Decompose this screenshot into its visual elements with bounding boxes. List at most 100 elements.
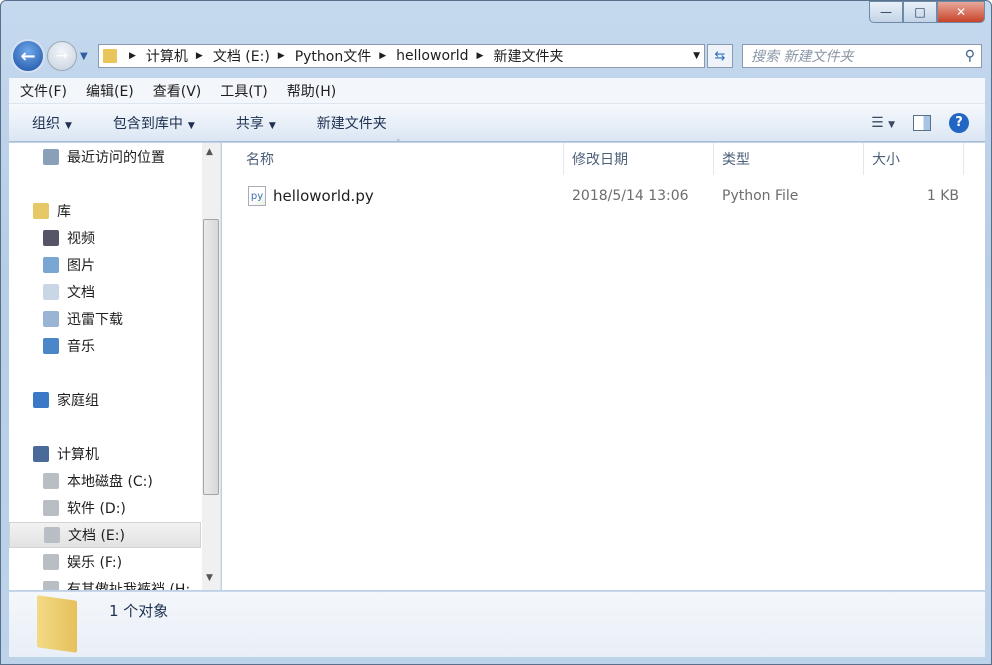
sidebar-item[interactable]: 本地磁盘 (C:) (9, 468, 201, 494)
column-size[interactable]: 大小 (864, 143, 964, 175)
preview-pane-icon[interactable] (913, 114, 931, 131)
python-file-icon: py (248, 186, 266, 206)
sidebar-item-label: 文档 (E:) (68, 528, 125, 544)
file-modified: 2018/5/14 13:06 (572, 188, 689, 204)
computer-icon (33, 446, 49, 462)
column-type[interactable]: 类型 (714, 143, 864, 175)
sidebar-item[interactable]: 文档 (E:) (9, 522, 201, 548)
column-name[interactable]: 名称 (238, 143, 564, 175)
sidebar-item-label: 本地磁盘 (C:) (67, 474, 153, 490)
sidebar-item[interactable]: 家庭组 (9, 387, 201, 413)
download-icon (43, 311, 59, 327)
menu-item[interactable]: 帮助(H) (287, 81, 336, 101)
details-pane: 1 个对象 (9, 591, 985, 657)
scroll-up-icon[interactable]: ▲ (206, 147, 213, 157)
sidebar-item[interactable]: 图片 (9, 252, 201, 278)
refresh-icon: ⇆ (714, 48, 726, 64)
sidebar-item-label: 音乐 (67, 339, 95, 355)
chevron-right-icon[interactable]: ▶ (379, 51, 386, 61)
help-icon[interactable]: ? (949, 112, 969, 133)
sidebar-item-label: 文档 (67, 285, 95, 301)
search-input[interactable]: 搜索 新建文件夹 ⚲ (742, 44, 982, 68)
sidebar-item[interactable]: 最近访问的位置 (9, 144, 201, 170)
close-button[interactable]: ✕ (937, 1, 985, 23)
sidebar-item[interactable]: 计算机 (9, 441, 201, 467)
sidebar-item[interactable]: 有其傲扯我裤裆 (H: (9, 576, 201, 590)
sidebar-item-label: 有其傲扯我裤裆 (H: (67, 582, 191, 590)
breadcrumb-item[interactable]: ▶ Python文件 (274, 46, 371, 66)
folder-icon (103, 49, 117, 63)
drive-icon (43, 500, 59, 516)
sidebar-item-label: 计算机 (57, 447, 99, 463)
sidebar-item-label: 娱乐 (F:) (67, 555, 123, 571)
sidebar-item[interactable]: 音乐 (9, 333, 201, 359)
chevron-right-icon[interactable]: ▶ (129, 51, 136, 61)
maximize-button[interactable]: □ (903, 1, 937, 23)
command-bar: 组织 ▼ 包含到库中 ▼ 共享 ▼ 新建文件夹 ☰ ▼ ? (9, 104, 985, 142)
sidebar-item-label: 视频 (67, 231, 95, 247)
file-size: 1 KB (926, 188, 959, 204)
pictures-icon (43, 257, 59, 273)
organize-button[interactable]: 组织 ▼ (32, 113, 72, 133)
menu-item[interactable]: 编辑(E) (86, 81, 134, 101)
address-bar[interactable]: ▶ 计算机 ▶ 文档 (E:) ▶ Python文件 ▶ helloworld ▶ 新建文件夹 ▼ (98, 44, 705, 68)
video-icon (43, 230, 59, 246)
sidebar-item[interactable]: 文档 (9, 279, 201, 305)
item-count: 1 个对象 (109, 602, 169, 620)
drive-icon (44, 527, 60, 543)
file-list: ˄ 名称 修改日期 类型 大小 py helloworld.py 2018/5/… (222, 139, 985, 590)
arrow-left-icon: ← (20, 45, 36, 67)
column-modified[interactable]: 修改日期 (564, 143, 714, 175)
address-dropdown-icon[interactable]: ▼ (693, 51, 700, 61)
file-row[interactable]: py helloworld.py 2018/5/14 13:06 Python … (242, 183, 967, 209)
chevron-right-icon[interactable]: ▶ (477, 51, 484, 61)
breadcrumb-item[interactable]: ▶ helloworld (375, 46, 468, 66)
scroll-down-icon[interactable]: ▼ (206, 573, 213, 583)
sidebar-item-label: 库 (57, 204, 71, 220)
drive-icon (43, 473, 59, 489)
homegroup-icon (33, 392, 49, 408)
back-button[interactable]: ← (11, 39, 45, 73)
library-icon (33, 203, 49, 219)
navigation-pane: 最近访问的位置库视频图片文档迅雷下载音乐家庭组计算机本地磁盘 (C:) 软件 (D… (9, 143, 221, 590)
sidebar-item[interactable]: 视频 (9, 225, 201, 251)
sidebar-item[interactable]: 迅雷下载 (9, 306, 201, 332)
arrow-right-icon: → (56, 48, 68, 64)
include-in-library-button[interactable]: 包含到库中 ▼ (113, 113, 195, 133)
folder-icon (37, 595, 77, 653)
forward-button[interactable]: → (47, 41, 77, 71)
chevron-right-icon[interactable]: ▶ (278, 51, 285, 61)
sidebar-item[interactable]: 库 (9, 198, 201, 224)
sidebar-item-label: 最近访问的位置 (67, 150, 165, 166)
sidebar-item-label: 家庭组 (57, 393, 99, 409)
file-type: Python File (722, 188, 799, 204)
chevron-right-icon[interactable]: ▶ (196, 51, 203, 61)
sidebar-item-label: 迅雷下载 (67, 312, 123, 328)
sidebar-item-label: 软件 (D:) (67, 501, 126, 517)
drive-icon (43, 581, 59, 590)
breadcrumb-item[interactable]: ▶ 新建文件夹 (473, 46, 564, 66)
sidebar-item[interactable]: 娱乐 (F:) (9, 549, 201, 575)
refresh-button[interactable]: ⇆ (707, 44, 733, 68)
sidebar-item[interactable]: 软件 (D:) (9, 495, 201, 521)
search-placeholder: 搜索 新建文件夹 (751, 49, 854, 65)
view-options-icon[interactable]: ☰ ▼ (871, 115, 895, 131)
sidebar-scrollbar[interactable]: ▲ ▼ (202, 143, 220, 590)
music-icon (43, 338, 59, 354)
explorer-window: — □ ✕ ← → ▼ ▶ 计算机 ▶ 文档 (E:) ▶ Python文件 ▶ hellow… (0, 0, 992, 665)
minimize-button[interactable]: — (869, 1, 903, 23)
menu-bar: 文件(F) 编辑(E) 查看(V) 工具(T) 帮助(H) (9, 78, 985, 104)
documents-icon (43, 284, 59, 300)
menu-item[interactable]: 查看(V) (153, 81, 202, 101)
breadcrumb-item[interactable]: ▶ 计算机 (125, 46, 188, 66)
history-dropdown-icon[interactable]: ▼ (80, 51, 88, 62)
breadcrumb-item[interactable]: ▶ 文档 (E:) (192, 46, 270, 66)
new-folder-button[interactable]: 新建文件夹 (317, 113, 387, 133)
scrollbar-thumb[interactable] (203, 219, 219, 495)
sidebar-item-label: 图片 (67, 258, 95, 274)
menu-item[interactable]: 工具(T) (220, 81, 267, 101)
file-name: helloworld.py (273, 187, 374, 205)
search-icon[interactable]: ⚲ (965, 48, 975, 64)
menu-item[interactable]: 文件(F) (20, 81, 67, 101)
share-button[interactable]: 共享 ▼ (236, 113, 276, 133)
